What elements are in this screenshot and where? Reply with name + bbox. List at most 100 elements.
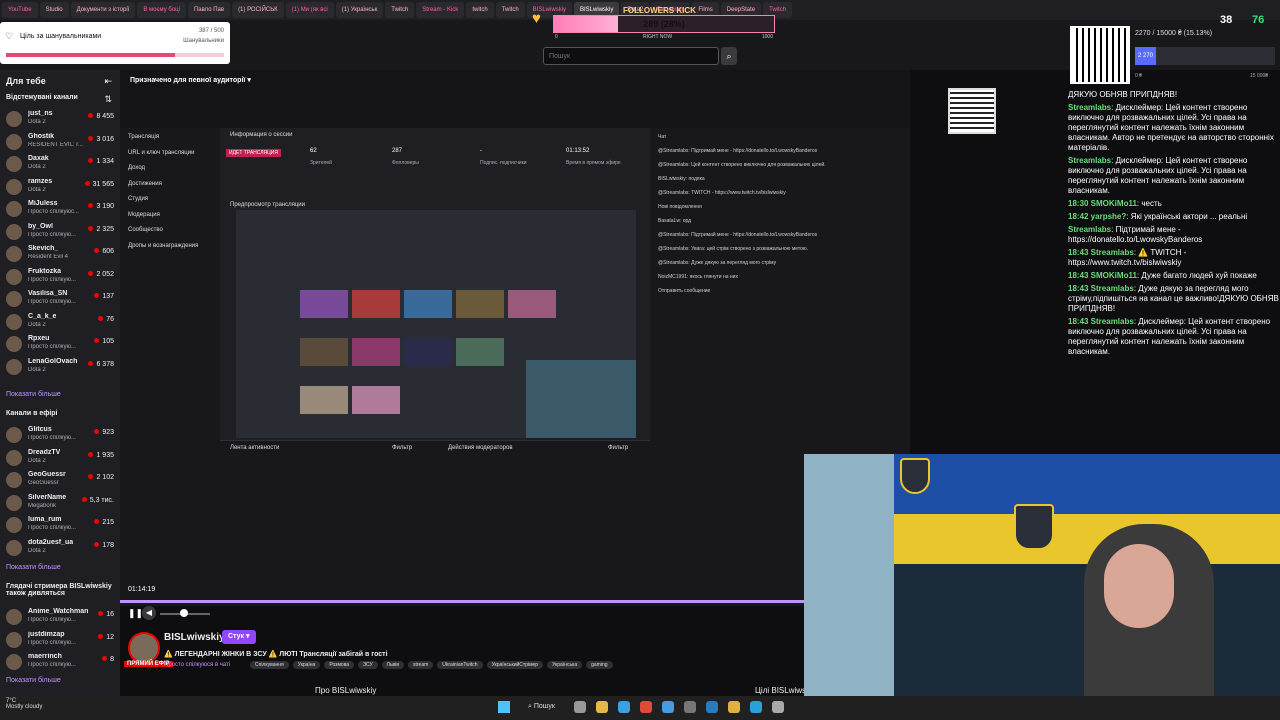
tag-chip[interactable]: Розмова xyxy=(324,661,355,669)
chrome-icon[interactable] xyxy=(728,701,740,713)
tag-chip[interactable]: ЗСУ xyxy=(358,661,378,669)
browser-tab[interactable]: (1) Ми (як всі xyxy=(285,2,334,18)
browser-tab[interactable]: Twitch xyxy=(495,2,525,18)
edge-icon[interactable] xyxy=(618,701,630,713)
dashboard-nav-item[interactable]: Доход xyxy=(128,165,145,171)
volume-knob[interactable] xyxy=(180,609,188,617)
dashboard-nav-item[interactable]: Трансляція xyxy=(128,134,159,140)
sidebar-channel[interactable]: Daxak Dota 2 1 334 xyxy=(4,153,116,175)
sidebar-channel[interactable]: LenaGolOvach Dota 2 6 378 xyxy=(4,356,116,378)
activity-filter[interactable]: Фильтр xyxy=(392,445,412,451)
volume-icon[interactable]: ◀ xyxy=(142,606,156,620)
dashboard-nav-item[interactable]: URL и ключ трансляции xyxy=(128,150,194,156)
dashboard-nav-item[interactable]: Дропы и вознаграждения xyxy=(128,243,198,249)
stream-category[interactable]: Просто спілкуюся в чаті xyxy=(164,662,230,668)
tag-chip[interactable]: Україна xyxy=(292,661,321,669)
browser-tab[interactable]: (1) РОСІЙСЬК xyxy=(232,2,284,18)
browser-tab[interactable]: В моєму боці xyxy=(137,2,186,18)
telegram-icon[interactable] xyxy=(750,701,762,713)
tag-chip[interactable]: UkrainianTwitch xyxy=(437,661,483,669)
browser-tab[interactable]: Studio xyxy=(39,2,69,18)
channel-avatar xyxy=(6,336,22,352)
collapse-icon[interactable]: ⇤ xyxy=(104,76,112,87)
sidebar-channel[interactable]: justdimzap Просто спілкую... 12 xyxy=(4,629,116,651)
show-more-also[interactable]: Показати більше xyxy=(6,677,61,684)
sidebar-channel[interactable]: Vasilisa_SN Просто спілкую... 137 xyxy=(4,288,116,310)
sidebar-channel[interactable]: MiJuless Просто спілкуюс... 3 190 xyxy=(4,198,116,220)
chat-username: Streamlabs xyxy=(1068,156,1112,165)
sidebar-channel[interactable]: by_Owl Просто спілкую... 2 325 xyxy=(4,221,116,243)
stream-video[interactable]: Призначено для певної аудиторії ▾ Трансл… xyxy=(120,70,910,606)
seek-bar[interactable] xyxy=(120,600,910,603)
session-stat-label: Зрителей xyxy=(310,160,332,166)
audience-dropdown[interactable]: Призначено для певної аудиторії ▾ xyxy=(130,76,251,88)
also-watch-title: Глядачі стримера BISLwiwskiy також дивля… xyxy=(6,583,112,597)
session-stat-value: 287 xyxy=(392,148,403,154)
donation-goal-text: 2270 / 15000 ₴ (15.13%) xyxy=(1135,30,1213,37)
tag-chip[interactable]: stream xyxy=(407,661,434,669)
browser-tab[interactable]: (1) Українськ xyxy=(335,2,384,18)
sort-icon[interactable]: ⇅ xyxy=(104,94,112,105)
mod-filter[interactable]: Фильтр xyxy=(608,445,628,451)
sidebar-channel[interactable]: DreadzTV Dota 2 1 935 xyxy=(4,447,116,469)
sidebar-channel[interactable]: ramzes Dota 2 31 565 xyxy=(4,176,116,198)
task-view-icon[interactable] xyxy=(574,701,586,713)
show-more-followed[interactable]: Показати більше xyxy=(6,391,61,398)
sidebar-channel[interactable]: Rpxeu Просто спілкую... 105 xyxy=(4,333,116,355)
firefox-icon[interactable] xyxy=(640,701,652,713)
channel-name[interactable]: BISLwiwskiy xyxy=(164,632,225,643)
channel-avatar[interactable] xyxy=(128,632,160,664)
tag-chip[interactable]: Спілкування xyxy=(250,661,289,669)
sidebar-channel[interactable]: luma_rum Просто спілкую... 215 xyxy=(4,514,116,536)
tag-chip[interactable]: gaming xyxy=(586,661,613,669)
show-more-live[interactable]: Показати більше xyxy=(6,564,61,571)
channel-game: Просто спілкуюс... xyxy=(28,209,79,215)
follow-button[interactable]: Стук ▾ xyxy=(222,630,256,644)
preview-thumb xyxy=(300,386,348,414)
taskbar-search[interactable]: ⌕ Пошук xyxy=(520,699,563,715)
dashboard-chat-message: @Streamlabs: Цей контент створено виключ… xyxy=(658,162,826,168)
tag-chip[interactable]: УкраїнськийСтрімер xyxy=(486,661,544,669)
file-explorer-icon[interactable] xyxy=(596,701,608,713)
dashboard-nav-item[interactable]: Достижения xyxy=(128,181,162,187)
sidebar-channel[interactable]: GeoGuessr GeoGuessr 2 102 xyxy=(4,469,116,491)
chat-message: Streamlabs: Дисклеймер: Цей контент ство… xyxy=(1068,103,1280,153)
sidebar-channel[interactable]: Ghostik RESIDENT EVIL: r... 3 016 xyxy=(4,131,116,153)
donation-goal-fill: 2 270 xyxy=(1135,47,1157,65)
browser-tab[interactable]: Stream - Kick xyxy=(416,2,465,18)
weather-widget[interactable]: 7°C Mostly cloudy xyxy=(6,698,42,710)
sidebar-channel[interactable]: Glitcus Просто спілкую... 923 xyxy=(4,424,116,446)
pause-icon[interactable]: ❚❚ xyxy=(128,608,143,620)
tag-chip[interactable]: Українська xyxy=(547,661,583,669)
sidebar-channel[interactable]: Anime_Watchman Просто спілкую... 16 xyxy=(4,606,116,628)
sidebar-channel[interactable]: SilverName Megabonk 5,3 тис. xyxy=(4,492,116,514)
sidebar-channel[interactable]: dota2uesf_ua Dota 2 178 xyxy=(4,537,116,559)
sidebar-channel[interactable]: Fruktozka Просто спілкую... 2 052 xyxy=(4,266,116,288)
viewer-count: 178 xyxy=(94,542,114,549)
fan-goal-fill xyxy=(6,53,175,57)
search-icon[interactable]: ⌕ xyxy=(721,47,737,65)
browser-tab[interactable]: twitch xyxy=(466,2,494,18)
browser-tab[interactable]: Павло Пав xyxy=(187,2,231,18)
dashboard-nav-item[interactable]: Сообщество xyxy=(128,227,163,233)
dashboard-nav-item[interactable]: Модерация xyxy=(128,212,160,218)
donation-goal-max: 15 000₴ xyxy=(1250,73,1269,79)
live-badge: ИДЕТ ТРАНСЛЯЦИЯ xyxy=(226,149,281,157)
dashboard-nav-item[interactable]: Студия xyxy=(128,196,148,202)
search-input[interactable] xyxy=(543,47,719,65)
start-icon[interactable] xyxy=(498,701,510,713)
sidebar-channel[interactable]: Skevich_ Resident Evil 4 606 xyxy=(4,243,116,265)
browser-tab[interactable]: Документи з історії xyxy=(70,2,136,18)
sidebar-channel[interactable]: C_a_k_e Dota 2 76 xyxy=(4,311,116,333)
browser-tab[interactable]: Twitch xyxy=(385,2,415,18)
fan-goal-count: 387 / 500 xyxy=(198,28,224,34)
sidebar-channel[interactable]: just_ns Dota 2 8 455 xyxy=(4,108,116,130)
viewer-stat-1: 38 xyxy=(1220,14,1233,26)
browser-tab[interactable]: YouTube xyxy=(2,2,38,18)
app-icon[interactable] xyxy=(662,701,674,713)
obs-icon[interactable] xyxy=(772,701,784,713)
sidebar-channel[interactable]: maerrinch Просто спілкую... 8 xyxy=(4,651,116,673)
app-icon[interactable] xyxy=(684,701,696,713)
app-icon[interactable] xyxy=(706,701,718,713)
tag-chip[interactable]: Львів xyxy=(381,661,404,669)
